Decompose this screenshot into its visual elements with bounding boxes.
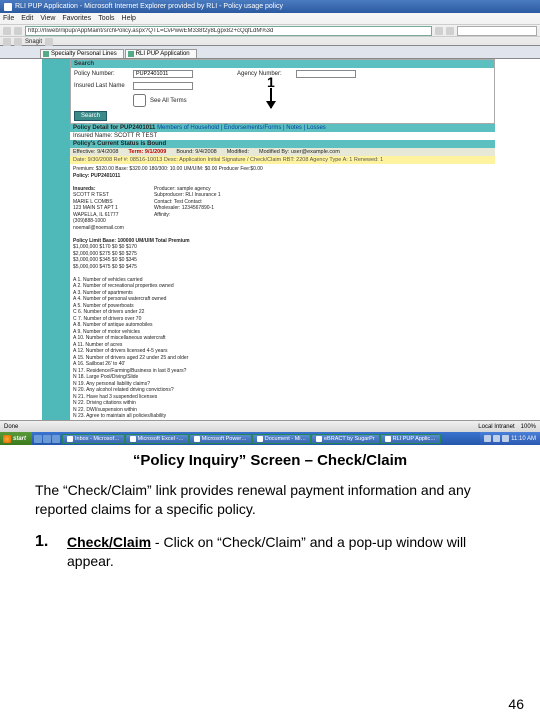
agency-number-input[interactable] — [296, 70, 356, 78]
menu-edit[interactable]: Edit — [21, 15, 33, 22]
slide-title: “Policy Inquiry” Screen – Check/Claim — [35, 452, 505, 469]
browser-status-bar: Done Local Intranet 100% — [0, 420, 540, 432]
see-all-label: See All Terms — [150, 98, 187, 104]
taskbar-task[interactable]: eBRACT by SugarPr — [311, 434, 380, 444]
nav-links[interactable]: Members of Household | Endorsements/Form… — [157, 125, 326, 131]
ie-icon — [4, 3, 12, 11]
quick-launch — [32, 435, 62, 443]
status-intranet: Local Intranet — [478, 424, 514, 430]
menu-favorites[interactable]: Favorites — [62, 15, 91, 22]
status-done: Done — [4, 424, 18, 430]
taskbar-task[interactable]: Document - Mi… — [252, 434, 311, 444]
windows-icon — [3, 435, 11, 443]
search-header: Search — [71, 60, 494, 68]
limit-table: $1,000,000 $170 $0 $0 $170 $2,000,000 $2… — [73, 244, 492, 270]
taskbar-task[interactable]: RLI PUP Applic… — [380, 434, 441, 444]
status-zoom: 100% — [521, 424, 536, 430]
policy-number-label: Policy Number: — [74, 71, 129, 77]
clock: 11:10 AM — [511, 436, 536, 442]
tab-icon — [43, 51, 49, 57]
forward-icon[interactable] — [14, 27, 22, 35]
questions-block: A 1. Number of vehicles carriedA 2. Numb… — [73, 277, 492, 421]
ql-icon[interactable] — [52, 435, 60, 443]
policy-detail-header: Policy Detail for PUP2401011 Members of … — [70, 124, 495, 132]
window-title-bar: RLI PUP Application - Microsoft Internet… — [0, 0, 540, 13]
menu-help[interactable]: Help — [122, 15, 136, 22]
snagit-icon[interactable] — [45, 38, 53, 46]
tab-specialty[interactable]: Specialty Personal Lines — [40, 49, 124, 58]
insured-name-label: Insured Last Name — [74, 83, 129, 89]
tab-pup-app[interactable]: RLI PUP Application — [125, 49, 197, 58]
refresh-icon[interactable] — [435, 27, 443, 35]
insureds-block: Insureds: SCOTT R TEST MARIE L COMBS 123… — [73, 186, 124, 232]
menu-view[interactable]: View — [40, 15, 55, 22]
windows-taskbar: start Inbox - Microsof… Microsoft Excel … — [0, 432, 540, 445]
tab-strip: Specialty Personal Lines RLI PUP Applica… — [0, 46, 540, 59]
menu-tools[interactable]: Tools — [98, 15, 114, 22]
step-1: 1. Check/Claim - Click on “Check/Claim” … — [35, 533, 505, 571]
start-button[interactable]: start — [0, 432, 32, 445]
menu-bar: File Edit View Favorites Tools Help — [0, 13, 540, 24]
menu-file[interactable]: File — [3, 15, 14, 22]
tray-icon[interactable] — [493, 435, 500, 442]
embedded-screenshot: RLI PUP Application - Microsoft Internet… — [0, 0, 540, 445]
browser-chrome: RLI PUP Application - Microsoft Internet… — [0, 0, 540, 46]
stop-icon[interactable] — [446, 27, 454, 35]
system-tray: 11:10 AM — [480, 432, 540, 445]
window-title: RLI PUP Application - Microsoft Internet… — [15, 3, 283, 10]
search-button[interactable]: Search — [74, 111, 107, 121]
step-keyword: Check/Claim — [67, 534, 151, 550]
policy-line: Policy: PUP2401011 — [73, 173, 492, 180]
address-bar-row — [0, 24, 540, 36]
slide-description: The “Check/Claim” link provides renewal … — [35, 481, 505, 519]
insured-name-line: Insured Name: SCOTT R TEST — [70, 132, 495, 140]
taskbar-task[interactable]: Inbox - Microsof… — [62, 434, 125, 444]
ql-icon[interactable] — [34, 435, 42, 443]
taskbar-task[interactable]: Microsoft Excel -… — [125, 434, 189, 444]
add-favorite-icon[interactable] — [14, 38, 22, 46]
slide-text-block: “Policy Inquiry” Screen – Check/Claim Th… — [35, 452, 505, 571]
status-fields: Effective: 9/4/2008 Term: 9/1/2009 Bound… — [70, 148, 495, 156]
agency-number-label: Agency Number: — [237, 71, 292, 77]
page-number: 46 — [508, 696, 524, 712]
producer-block: Producer: sample agency Subproducer: RLI… — [154, 186, 221, 232]
tab-icon — [128, 51, 134, 57]
status-header: Policy's Current Status is Bound — [70, 140, 495, 148]
favorites-icon[interactable] — [3, 38, 11, 46]
policy-number-input[interactable] — [133, 70, 193, 78]
taskbar-task[interactable]: Microsoft Power… — [189, 434, 252, 444]
back-icon[interactable] — [3, 27, 11, 35]
web-page: Search Policy Number: Agency Number: Ins… — [42, 59, 495, 420]
left-sidebar — [42, 59, 70, 420]
ql-icon[interactable] — [43, 435, 51, 443]
application-info-band: Date: 9/30/2008 Ref #: 08516-10013 Desc:… — [70, 156, 495, 164]
tray-icon[interactable] — [502, 435, 509, 442]
address-input[interactable] — [25, 26, 432, 36]
tray-icon[interactable] — [484, 435, 491, 442]
see-all-checkbox[interactable] — [133, 94, 146, 107]
google-search-box[interactable] — [457, 26, 537, 36]
insured-name-input[interactable] — [133, 82, 193, 90]
toolbar-label: Snagit — [25, 39, 42, 45]
